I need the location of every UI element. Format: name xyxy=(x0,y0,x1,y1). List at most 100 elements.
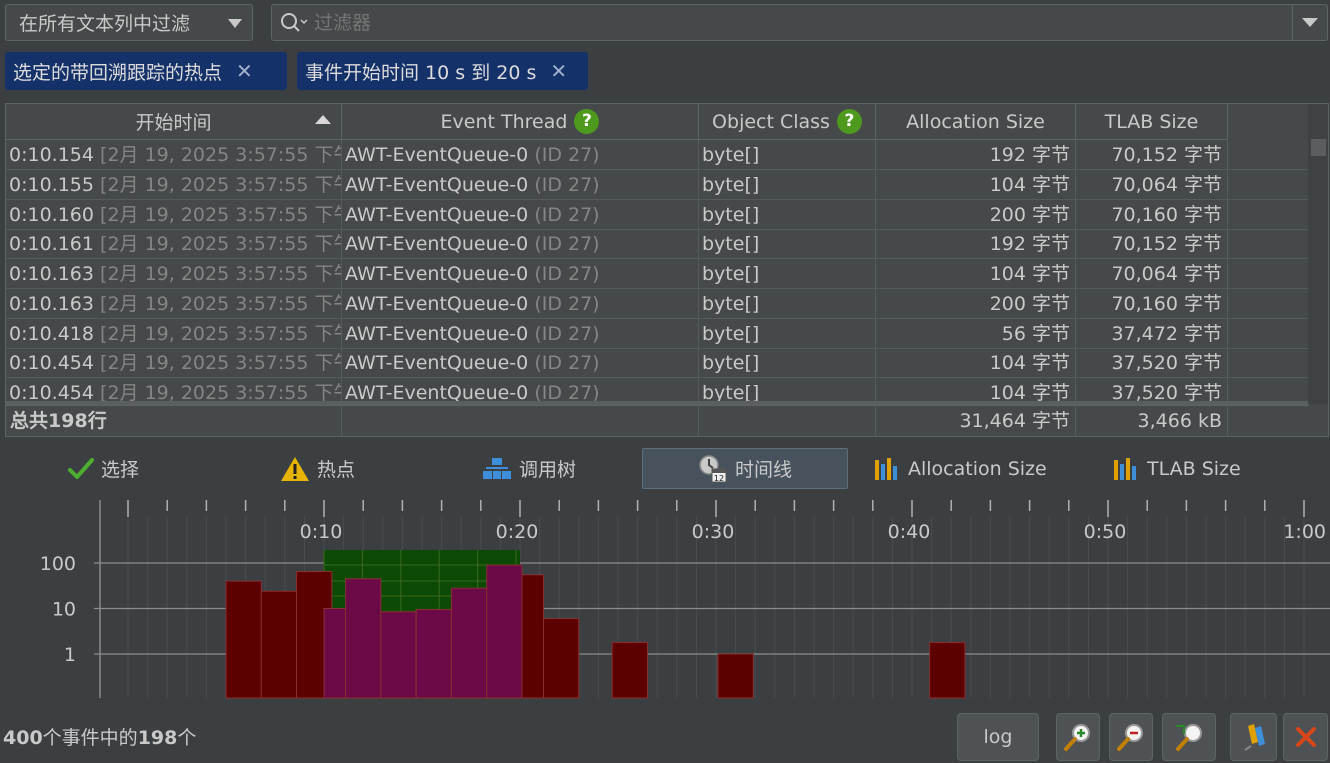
filter-chip-time-range[interactable]: 事件开始时间 10 s 到 20 s ✕ xyxy=(297,52,588,90)
help-icon[interactable]: ? xyxy=(574,109,600,134)
x-tick-label: 0:50 xyxy=(1084,521,1127,543)
total-count: 总共198行 xyxy=(6,406,342,436)
cell-tlab-size: 70,064 字节 xyxy=(1076,259,1228,288)
histogram-bar xyxy=(225,580,262,699)
cell-allocation-size: 56 字节 xyxy=(876,318,1076,348)
cell-event-thread: AWT-EventQueue-0 (ID 27) xyxy=(342,140,699,169)
cell-event-thread: AWT-EventQueue-0 (ID 27) xyxy=(342,348,699,378)
pin-selection-button[interactable] xyxy=(1230,713,1277,761)
log-scale-toggle-button[interactable]: log xyxy=(957,713,1039,761)
thread-name: AWT-EventQueue-0 xyxy=(345,292,529,315)
histogram-bar xyxy=(543,618,580,699)
zoom-in-button[interactable] xyxy=(1056,713,1100,761)
zoom-out-button[interactable] xyxy=(1109,713,1153,761)
time-value: 0:10.161 xyxy=(9,233,94,256)
tab-tlab-size[interactable]: TLAB Size xyxy=(1112,448,1241,489)
filter-history-dropdown[interactable] xyxy=(1292,5,1327,40)
close-icon[interactable]: ✕ xyxy=(236,59,253,83)
total-suffix: 行 xyxy=(87,410,107,432)
column-header-object-class[interactable]: Object Class ? xyxy=(699,104,876,140)
thread-name: AWT-EventQueue-0 xyxy=(345,233,529,256)
tab-allocation-size[interactable]: Allocation Size xyxy=(873,448,1047,489)
total-events: 400 xyxy=(3,727,43,749)
table-row[interactable]: 0:10.154 [2月 19, 2025 3:57:55 下午] AWT-Eve… xyxy=(6,140,1309,170)
tab-call-tree[interactable]: 调用树 xyxy=(482,448,576,489)
time-value: 0:10.163 xyxy=(9,292,94,315)
tab-hotspots[interactable]: 热点 xyxy=(280,448,355,489)
cell-event-thread: AWT-EventQueue-0 (ID 27) xyxy=(342,229,699,259)
log-label: log xyxy=(983,726,1013,748)
timeline-histogram-chart[interactable]: 100 10 1 0:10 0:20 0:30 0:40 0:50 1:00 xyxy=(0,495,1330,700)
column-header-start-time[interactable]: 开始时间 xyxy=(6,104,342,140)
date-value: [2月 19, 2025 3:57:55 下午] xyxy=(100,233,342,256)
cell-allocation-size: 200 字节 xyxy=(876,199,1076,229)
thread-id: (ID 27) xyxy=(534,144,600,166)
event-count-status: 400个事件中的198个 xyxy=(3,723,196,750)
table-row[interactable]: 0:10.163 [2月 19, 2025 3:57:55 下午] AWT-Eve… xyxy=(6,259,1309,289)
thread-id: (ID 27) xyxy=(534,173,600,196)
total-empty xyxy=(342,406,699,436)
x-tick-label: 0:30 xyxy=(692,521,735,543)
events-table: 开始时间 Event Thread ? Object Class ? Alloc… xyxy=(5,103,1329,437)
column-header-tlab-size[interactable]: TLAB Size xyxy=(1076,104,1228,140)
filter-scope-select[interactable]: 在所有文本列中过滤 xyxy=(5,4,253,41)
column-header-label: TLAB Size xyxy=(1104,110,1199,133)
vertical-scrollbar[interactable] xyxy=(1308,104,1328,404)
selected-events: 198 xyxy=(137,727,178,749)
pin-icon xyxy=(1243,724,1265,751)
thread-name: AWT-EventQueue-0 xyxy=(345,173,529,196)
cell-object-class: byte[] xyxy=(699,229,876,259)
table-row[interactable]: 0:10.161 [2月 19, 2025 3:57:55 下午] AWT-Eve… xyxy=(6,229,1309,260)
cell-allocation-size: 200 字节 xyxy=(876,288,1076,318)
zoom-out-icon xyxy=(1117,724,1143,751)
cell-allocation-size: 192 字节 xyxy=(876,229,1076,259)
table-row[interactable]: 0:10.454 [2月 19, 2025 3:57:55 下午] AWT-Eve… xyxy=(6,348,1309,379)
zoom-in-icon xyxy=(1064,724,1090,751)
tab-label: 选择 xyxy=(101,459,140,481)
cell-tlab-size: 37,472 字节 xyxy=(1076,318,1228,348)
cell-event-thread: AWT-EventQueue-0 (ID 27) xyxy=(342,199,699,229)
date-value: [2月 19, 2025 3:57:55 下午] xyxy=(100,352,342,375)
cell-allocation-size: 104 字节 xyxy=(876,259,1076,288)
histogram-bar xyxy=(260,590,298,699)
table-total-row: 总共198行 31,464 字节 3,466 kB xyxy=(6,405,1309,436)
cell-tlab-size: 70,160 字节 xyxy=(1076,199,1228,229)
sort-ascending-icon xyxy=(315,115,331,124)
cell-object-class: byte[] xyxy=(699,199,876,229)
thread-id: (ID 27) xyxy=(534,263,600,285)
close-icon[interactable]: ✕ xyxy=(550,59,567,83)
x-tick-label: 0:20 xyxy=(496,521,539,543)
column-header-event-thread[interactable]: Event Thread ? xyxy=(342,104,699,140)
remove-filter-button[interactable] xyxy=(1283,713,1328,761)
tab-timeline[interactable]: 12 时间线 xyxy=(642,448,848,489)
histogram-bar xyxy=(345,578,382,699)
cell-event-thread: AWT-EventQueue-0 (ID 27) xyxy=(342,259,699,288)
filter-input[interactable] xyxy=(314,8,1274,37)
table-row[interactable]: 0:10.163 [2月 19, 2025 3:57:55 下午] AWT-Eve… xyxy=(6,288,1309,319)
date-value: [2月 19, 2025 3:57:55 下午] xyxy=(100,144,342,166)
scrollbar-thumb[interactable] xyxy=(1311,139,1326,156)
cell-start-time: 0:10.163 [2月 19, 2025 3:57:55 下午] xyxy=(6,288,342,318)
tab-selection[interactable]: 选择 xyxy=(68,448,139,489)
y-tick-label: 10 xyxy=(52,599,76,621)
x-tick-label: 0:40 xyxy=(888,521,931,543)
cell-start-time: 0:10.418 [2月 19, 2025 3:57:55 下午] xyxy=(6,318,342,348)
column-header-label: 开始时间 xyxy=(135,112,212,134)
histogram-bar xyxy=(415,609,452,699)
time-value: 0:10.163 xyxy=(9,263,94,285)
help-icon[interactable]: ? xyxy=(836,109,862,134)
filter-chip-hotspot[interactable]: 选定的带回溯跟踪的热点 ✕ xyxy=(5,52,287,90)
zoom-fit-button[interactable] xyxy=(1162,713,1216,761)
cell-event-thread: AWT-EventQueue-0 (ID 27) xyxy=(342,318,699,348)
table-row[interactable]: 0:10.155 [2月 19, 2025 3:57:55 下午] AWT-Eve… xyxy=(6,169,1309,200)
thread-name: AWT-EventQueue-0 xyxy=(345,322,529,345)
cell-start-time: 0:10.155 [2月 19, 2025 3:57:55 下午] xyxy=(6,169,342,199)
table-row[interactable]: 0:10.418 [2月 19, 2025 3:57:55 下午] AWT-Eve… xyxy=(6,318,1309,349)
tree-icon xyxy=(483,457,511,479)
filter-field[interactable] xyxy=(271,4,1328,41)
column-header-allocation-size[interactable]: Allocation Size xyxy=(876,104,1076,140)
time-value: 0:10.454 xyxy=(9,352,94,375)
table-row[interactable]: 0:10.160 [2月 19, 2025 3:57:55 下午] AWT-Eve… xyxy=(6,199,1309,230)
cell-object-class: byte[] xyxy=(699,318,876,348)
cell-object-class: byte[] xyxy=(699,288,876,318)
